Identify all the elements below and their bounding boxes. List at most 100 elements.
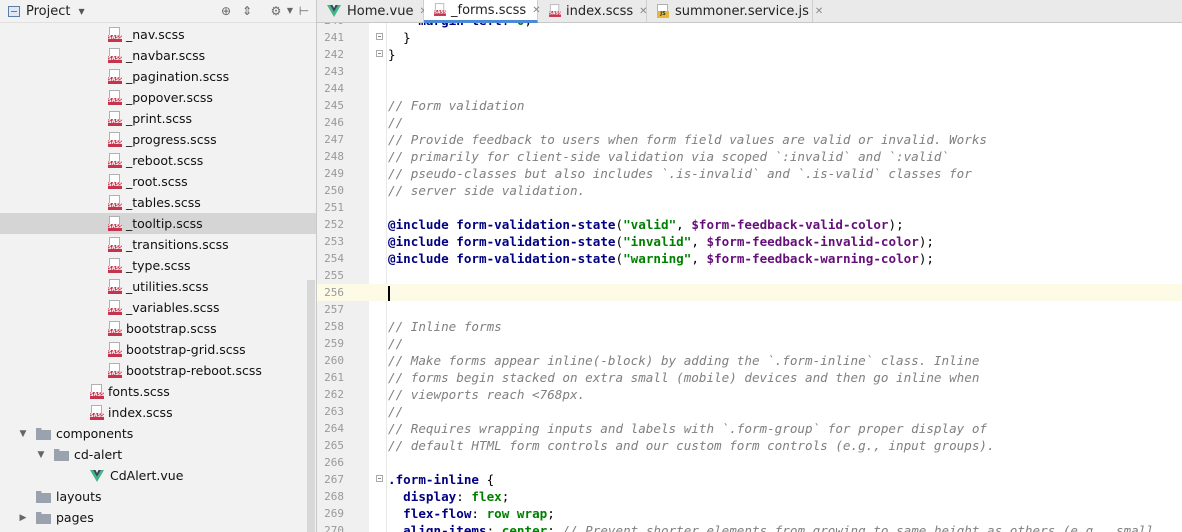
code-line[interactable]: 270 align-items: center; // Prevent shor… <box>317 522 1182 532</box>
code-line[interactable]: 261 // forms begin stacked on extra small… <box>317 369 1182 386</box>
code-line[interactable]: 251 <box>317 199 1182 216</box>
code-line[interactable]: 265 // default HTML form controls and our… <box>317 437 1182 454</box>
line-number: 247 <box>324 133 344 146</box>
chevron-down-icon[interactable]: ▼ <box>18 429 28 439</box>
line-number: 255 <box>324 269 344 282</box>
line-number: 256 <box>324 286 344 299</box>
code-text: .form-inline { <box>388 472 495 487</box>
tree-file[interactable]: SASS _tooltip.scss <box>0 213 317 234</box>
code-line[interactable]: 242} <box>317 46 1182 63</box>
tree-file[interactable]: SASS _pagination.scss <box>0 66 317 87</box>
code-line[interactable]: 253 @include form-validation-state("inval… <box>317 233 1182 250</box>
chevron-right-icon[interactable]: ▶ <box>18 513 28 523</box>
text-caret <box>388 286 390 301</box>
tree-file[interactable]: SASS bootstrap.scss <box>0 318 317 339</box>
sass-file-icon: SASS <box>108 89 122 106</box>
code-text: // Inline forms <box>388 319 502 334</box>
scroll-from-source-icon[interactable]: ⊕ <box>218 3 234 19</box>
tree-item-label: bootstrap.scss <box>126 321 217 336</box>
code-line[interactable]: 256 <box>317 284 1182 301</box>
tree-file[interactable]: SASS _reboot.scss <box>0 150 317 171</box>
code-line[interactable]: 249 // pseudo-classes but also includes `… <box>317 165 1182 182</box>
code-line[interactable]: 269 flex-flow: row wrap; <box>317 505 1182 522</box>
sass-file-icon: SASS <box>108 68 122 85</box>
hide-panel-icon[interactable]: ⊢ <box>296 3 312 19</box>
code-line[interactable]: 247 // Provide feedback to users when for… <box>317 131 1182 148</box>
close-icon[interactable]: ✕ <box>815 6 823 17</box>
tree-folder[interactable]: ▼ components <box>0 423 317 444</box>
sass-file-icon: SASS <box>90 383 104 400</box>
fold-marker-icon[interactable] <box>376 50 383 57</box>
code-line[interactable]: 246 // <box>317 114 1182 131</box>
tree-folder[interactable]: layouts <box>0 486 317 507</box>
code-line[interactable]: 241 } <box>317 29 1182 46</box>
code-line[interactable]: 257 <box>317 301 1182 318</box>
code-line[interactable]: 255 <box>317 267 1182 284</box>
code-line[interactable]: 267 .form-inline { <box>317 471 1182 488</box>
code-line[interactable]: 243 <box>317 63 1182 80</box>
tree-item-label: _progress.scss <box>126 132 217 147</box>
line-number: 250 <box>324 184 344 197</box>
collapse-all-icon[interactable]: ⇕ <box>239 3 255 19</box>
tree-file[interactable]: SASS _progress.scss <box>0 129 317 150</box>
code-line[interactable]: 266 <box>317 454 1182 471</box>
sass-file-icon: SASS <box>108 278 122 295</box>
code-line[interactable]: 268 display: flex; <box>317 488 1182 505</box>
tree-file[interactable]: SASS _nav.scss <box>0 24 317 45</box>
tree-file[interactable]: SASS _utilities.scss <box>0 276 317 297</box>
chevron-down-icon[interactable]: ▼ <box>78 7 84 16</box>
code-text: @include form-validation-state("valid", … <box>388 217 904 232</box>
tree-file[interactable]: SASS _root.scss <box>0 171 317 192</box>
code-line[interactable]: 264 // Requires wrapping inputs and label… <box>317 420 1182 437</box>
tab-label: index.scss <box>566 3 634 19</box>
code-line[interactable]: 258 // Inline forms <box>317 318 1182 335</box>
code-line[interactable]: 250 // server side validation. <box>317 182 1182 199</box>
line-number: 263 <box>324 405 344 418</box>
code-line[interactable]: 245 // Form validation <box>317 97 1182 114</box>
tree-file[interactable]: CdAlert.vue <box>0 465 317 486</box>
tree-file[interactable]: SASS bootstrap-grid.scss <box>0 339 317 360</box>
fold-marker-icon[interactable] <box>376 475 383 482</box>
tab-label: _forms.scss <box>451 2 527 18</box>
tree-item-label: layouts <box>56 489 102 504</box>
chevron-down-icon[interactable]: ▼ <box>36 450 46 460</box>
tree-item-label: _popover.scss <box>126 90 213 105</box>
tree-file[interactable]: SASS fonts.scss <box>0 381 317 402</box>
project-panel: Project ▼ ⊕ ⇕ ⚙ ▼ ⊢ SASS _nav.scss SASS _na… <box>0 0 317 532</box>
tree-file[interactable]: SASS _transitions.scss <box>0 234 317 255</box>
tree-folder[interactable]: ▶ pages <box>0 507 317 528</box>
tree-item-label: _navbar.scss <box>126 48 206 63</box>
project-tree-scrollbar[interactable] <box>307 280 315 532</box>
code-editor[interactable]: 240 margin-left: 0;241 }242}243244245// … <box>317 23 1182 532</box>
tree-file[interactable]: SASS _type.scss <box>0 255 317 276</box>
folder-icon <box>36 511 51 524</box>
tree-file[interactable]: SASS index.scss <box>0 402 317 423</box>
tree-file[interactable]: SASS _popover.scss <box>0 87 317 108</box>
project-view-selector[interactable]: Project ▼ <box>8 3 85 19</box>
tree-file[interactable]: SASS _navbar.scss <box>0 45 317 66</box>
tab-index-scss[interactable]: SASS index.scss ✕ <box>538 0 648 22</box>
code-line[interactable]: 244 <box>317 80 1182 97</box>
tab-forms-scss[interactable]: SASS _forms.scss ✕ <box>424 0 541 23</box>
tree-item-label: cd-alert <box>74 447 123 462</box>
code-line[interactable]: 248 // primarily for client-side validati… <box>317 148 1182 165</box>
tab-home-vue[interactable]: Home.vue ✕ <box>317 0 428 22</box>
tree-file[interactable]: SASS _variables.scss <box>0 297 317 318</box>
tree-item-label: _variables.scss <box>126 300 220 315</box>
code-line[interactable]: 252 @include form-validation-state("valid… <box>317 216 1182 233</box>
code-line[interactable]: 260 // Make forms appear inline(-block) b… <box>317 352 1182 369</box>
tree-file[interactable]: SASS _tables.scss <box>0 192 317 213</box>
code-line[interactable]: 254 @include form-validation-state("warni… <box>317 250 1182 267</box>
code-line[interactable]: 263 // <box>317 403 1182 420</box>
code-line[interactable]: 262 // viewports reach <768px. <box>317 386 1182 403</box>
sass-file-icon: SASS <box>108 47 122 64</box>
line-number: 259 <box>324 337 344 350</box>
tree-file[interactable]: SASS bootstrap-reboot.scss <box>0 360 317 381</box>
folder-icon <box>54 448 69 461</box>
tree-folder[interactable]: ▼ cd-alert <box>0 444 317 465</box>
code-line[interactable]: 259 // <box>317 335 1182 352</box>
fold-marker-icon[interactable] <box>376 33 383 40</box>
line-number: 242 <box>324 48 344 61</box>
tab-summoner-service-js[interactable]: JS summoner.service.js ✕ <box>647 0 823 22</box>
tree-file[interactable]: SASS _print.scss <box>0 108 317 129</box>
